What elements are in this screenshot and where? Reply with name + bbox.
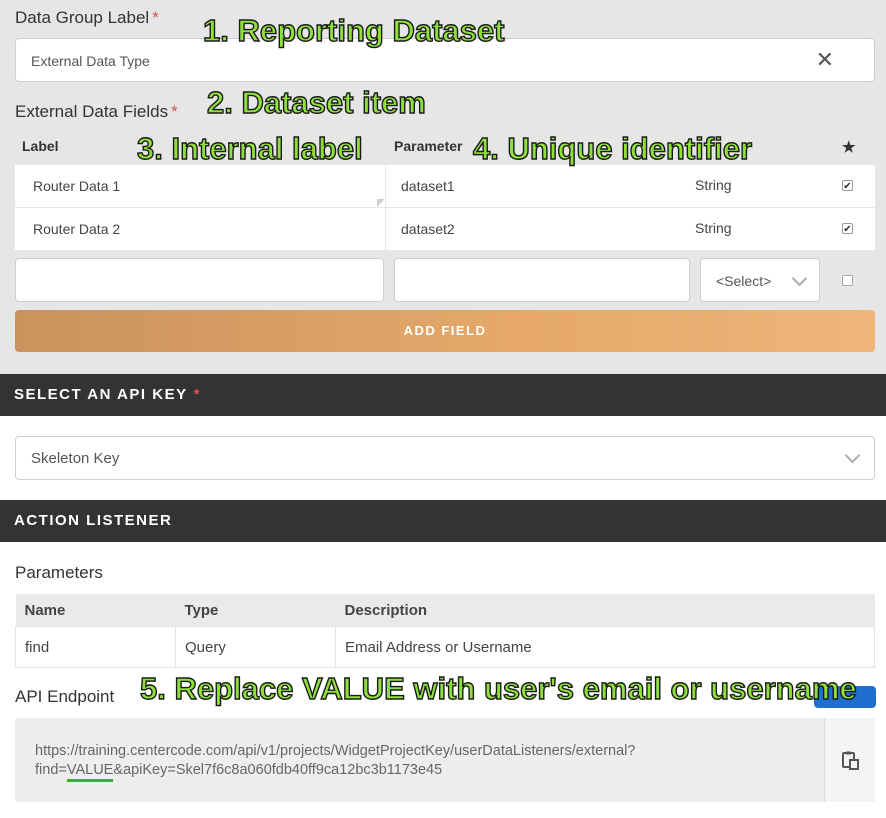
field-row[interactable]: Router Data 1 dataset1 String ✔	[15, 165, 875, 207]
field-label-cell[interactable]: Router Data 2	[33, 208, 120, 250]
new-field-label-input[interactable]	[15, 258, 384, 302]
api-endpoint-box[interactable]: https://training.centercode.com/api/v1/p…	[15, 718, 875, 802]
required-marker: *	[152, 8, 159, 27]
new-field-checkbox[interactable]	[842, 275, 853, 286]
data-group-label-text: Data Group Label	[15, 8, 150, 27]
resize-handle	[377, 199, 385, 207]
annotation-internal-label: 3. Internal label	[136, 130, 363, 166]
param-description-cell: Email Address or Username	[335, 626, 875, 668]
column-divider	[385, 208, 386, 250]
api-key-select[interactable]: Skeleton Key	[15, 436, 875, 480]
action-listener-section-header: ACTION LISTENER	[0, 500, 886, 542]
table-row: find Query Email Address or Username	[15, 626, 875, 668]
parameters-table: Name Type Description find Query Email A…	[15, 594, 875, 668]
external-data-fields-text: External Data Fields	[15, 102, 169, 121]
field-checkbox[interactable]: ✔	[842, 223, 853, 235]
api-key-selected-value: Skeleton Key	[31, 450, 120, 467]
endpoint-prefix: find=	[35, 762, 67, 778]
value-underline	[66, 779, 114, 782]
annotation-reporting-dataset: 1. Reporting Dataset	[202, 12, 505, 48]
data-group-panel: Data Group Label * External Data Type ✕ E…	[0, 0, 886, 374]
endpoint-line-1: https://training.centercode.com/api/v1/p…	[35, 743, 636, 759]
param-type-cell: Query	[175, 626, 336, 668]
new-field-parameter-input[interactable]	[394, 258, 690, 302]
api-endpoint-title: API Endpoint	[15, 687, 115, 706]
field-row[interactable]: Router Data 2 dataset2 String ✔	[15, 208, 875, 250]
new-field-type-select[interactable]: <Select>	[700, 258, 820, 302]
column-header-type: Type	[175, 594, 336, 627]
copy-button[interactable]	[824, 718, 875, 802]
endpoint-suffix: &apiKey=Skel7f6c8a060fdb40ff9ca12bc3b117…	[113, 762, 443, 778]
column-header-label: Label	[22, 138, 59, 154]
data-group-label: Data Group Label *	[15, 8, 159, 28]
field-type-cell[interactable]: String	[695, 208, 732, 250]
required-marker: *	[193, 386, 201, 403]
action-listener-section-title: ACTION LISTENER	[14, 512, 173, 529]
api-key-section-header: SELECT AN API KEY *	[0, 374, 886, 416]
annotation-unique-identifier: 4. Unique identifier	[472, 130, 753, 166]
field-type-cell[interactable]: String	[695, 165, 732, 207]
star-icon: ★	[842, 139, 856, 156]
clipboard-icon	[842, 751, 859, 770]
field-label-cell[interactable]: Router Data 1	[33, 165, 120, 207]
endpoint-value-text: VALUE	[66, 762, 114, 778]
field-parameter-cell[interactable]: dataset1	[401, 165, 455, 207]
field-checkbox[interactable]: ✔	[842, 180, 853, 192]
chevron-down-icon	[844, 447, 861, 464]
api-key-section-title: SELECT AN API KEY	[14, 386, 188, 403]
close-icon[interactable]: ✕	[816, 49, 834, 71]
annotation-dataset-item: 2. Dataset item	[206, 84, 426, 120]
type-select-value: <Select>	[716, 273, 772, 289]
chevron-down-icon	[791, 270, 808, 287]
endpoint-value-placeholder: VALUE	[66, 762, 114, 782]
param-name-cell: find	[15, 626, 176, 668]
field-parameter-cell[interactable]: dataset2	[401, 208, 455, 250]
required-marker: *	[171, 102, 178, 121]
api-endpoint-url[interactable]: https://training.centercode.com/api/v1/p…	[35, 742, 755, 782]
add-field-button[interactable]: ADD FIELD	[15, 310, 875, 352]
parameters-title: Parameters	[15, 563, 103, 582]
external-data-fields-label: External Data Fields *	[15, 102, 178, 122]
column-header-parameter: Parameter	[394, 138, 463, 154]
column-divider	[385, 165, 386, 207]
column-header-description: Description	[335, 594, 875, 627]
data-group-value: External Data Type	[31, 53, 150, 69]
column-header-name: Name	[15, 594, 176, 627]
annotation-replace-value: 5. Replace VALUE with user's email or us…	[139, 670, 857, 706]
